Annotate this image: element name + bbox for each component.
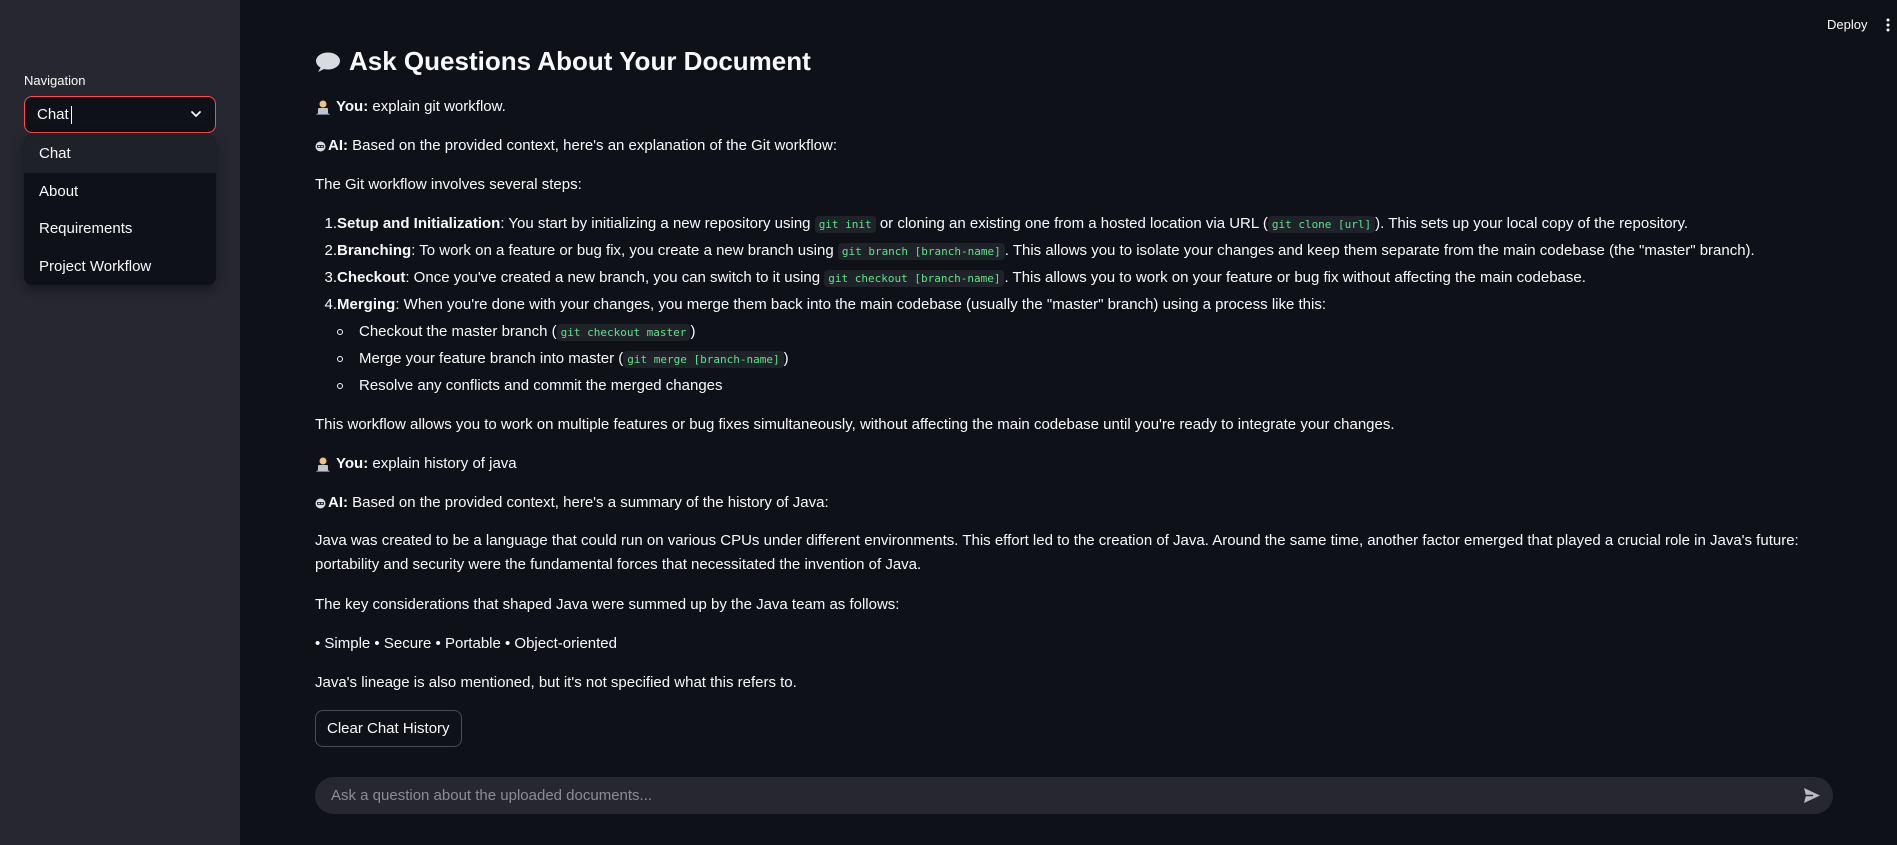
inline-code: git checkout [branch-name] [824,270,1005,287]
user-message: You: explain git workflow. [315,97,506,117]
step-text: : When you're done with your changes, yo… [395,296,1327,313]
ai-speaker: AI: [328,494,348,511]
ai-speaker: AI: [328,137,348,154]
ai-paragraph: Java was created to be a language that c… [315,532,1799,573]
step-text: : To work on a feature or bug fix, you c… [411,242,838,259]
step-text: or cloning an existing one from a hosted… [875,215,1268,232]
navigation-select-value: Chat [37,106,69,123]
sub-text: ) [783,350,789,367]
ai-paragraph: This workflow allows you to work on mult… [315,416,1395,433]
ai-paragraph: The Git workflow involves several steps: [315,176,582,193]
step-text: : Once you've created a new branch, you … [405,269,825,286]
navigation-dropdown: Chat About Requirements Project Workflow [24,135,216,285]
user-message-text: explain history of java [372,455,517,472]
list-item-text: Checkout: Once you've created a new bran… [337,268,1586,289]
ai-message-text: Based on the provided context, here's a … [352,494,829,511]
inline-code: git clone [url] [1267,216,1376,233]
ai-paragraph: Java's lineage is also mentioned, but it… [315,674,797,691]
deploy-button[interactable]: Deploy [1827,17,1867,32]
ai-paragraph: • Simple • Secure • Portable • Object-or… [315,635,617,652]
step-title: Checkout [337,269,406,286]
sub-list-item-text: Merge your feature branch into master (g… [359,349,789,370]
send-icon[interactable] [1803,787,1821,804]
step-text: ). This sets up your local copy of the r… [1375,215,1689,232]
user-icon [316,100,330,116]
navigation-label: Navigation [24,73,86,88]
inline-code: git branch [branch-name] [837,243,1005,260]
inline-code: git merge [branch-name] [623,351,784,368]
list-number: 2. [324,242,337,259]
sidebar: Navigation Chat Chat About Requirements … [0,0,240,845]
page-title-text: Ask Questions About Your Document [349,46,811,76]
list-item: 4. Merging: When you're done with your c… [315,295,1326,315]
sub-text: ) [690,323,696,340]
nav-option-requirements[interactable]: Requirements [24,210,216,248]
step-title: Branching [337,242,412,259]
list-item: 2. Branching: To work on a feature or bu… [315,241,1755,261]
list-number: 1. [324,215,337,232]
text-cursor [70,105,72,124]
user-message-text: explain git workflow. [372,98,506,115]
list-item-text: Merging: When you're done with your chan… [337,295,1326,315]
bullet-marker [337,329,343,335]
more-vert-icon[interactable] [1886,18,1890,32]
page-title: Ask Questions About Your Document [315,46,811,77]
list-item: 1. Setup and Initialization: You start b… [315,214,1688,234]
robot-icon [315,141,326,152]
bullet-marker [337,383,343,389]
nav-option-project-workflow[interactable]: Project Workflow [24,248,216,286]
chat-bubble-icon [316,52,340,72]
step-title: Setup and Initialization [337,215,501,232]
chat-input-placeholder: Ask a question about the uploaded docume… [331,787,653,804]
nav-option-chat[interactable]: Chat [24,135,216,173]
list-item-text: Branching: To work on a feature or bug f… [337,241,1755,262]
sub-list-item-text: Checkout the master branch (git checkout… [359,322,695,343]
ai-paragraph: The key considerations that shaped Java … [315,596,900,613]
clear-chat-history-button[interactable]: Clear Chat History [315,710,462,747]
user-speaker: You: [336,455,369,472]
user-speaker: You: [336,98,369,115]
list-number: 4. [324,296,337,313]
step-title: Merging [337,296,396,313]
inline-code: git checkout master [556,324,691,341]
user-message: You: explain history of java [315,454,517,474]
chat-input[interactable]: Ask a question about the uploaded docume… [315,777,1833,814]
sub-text: Merge your feature branch into master ( [359,350,624,367]
list-item-text: Setup and Initialization: You start by i… [337,214,1688,235]
navigation-select[interactable]: Chat [24,96,216,133]
sub-list-item-text: Resolve any conflicts and commit the mer… [359,377,723,394]
step-text: . This allows you to isolate your change… [1004,242,1755,259]
ai-message-text: Based on the provided context, here's an… [352,137,837,154]
nav-option-about[interactable]: About [24,173,216,211]
step-text: : You start by initializing a new reposi… [500,215,815,232]
sub-text: Checkout the master branch ( [359,323,557,340]
step-text: . This allows you to work on your featur… [1004,269,1586,286]
chevron-down-icon[interactable] [189,107,203,121]
list-number: 3. [324,269,337,286]
user-icon [316,457,330,473]
ai-message: AI: Based on the provided context, here'… [315,493,829,513]
robot-icon [315,498,326,509]
bullet-marker [337,356,343,362]
list-item: 3. Checkout: Once you've created a new b… [315,268,1586,288]
inline-code: git init [814,216,876,233]
ai-message: AI: Based on the provided context, here'… [315,136,837,156]
